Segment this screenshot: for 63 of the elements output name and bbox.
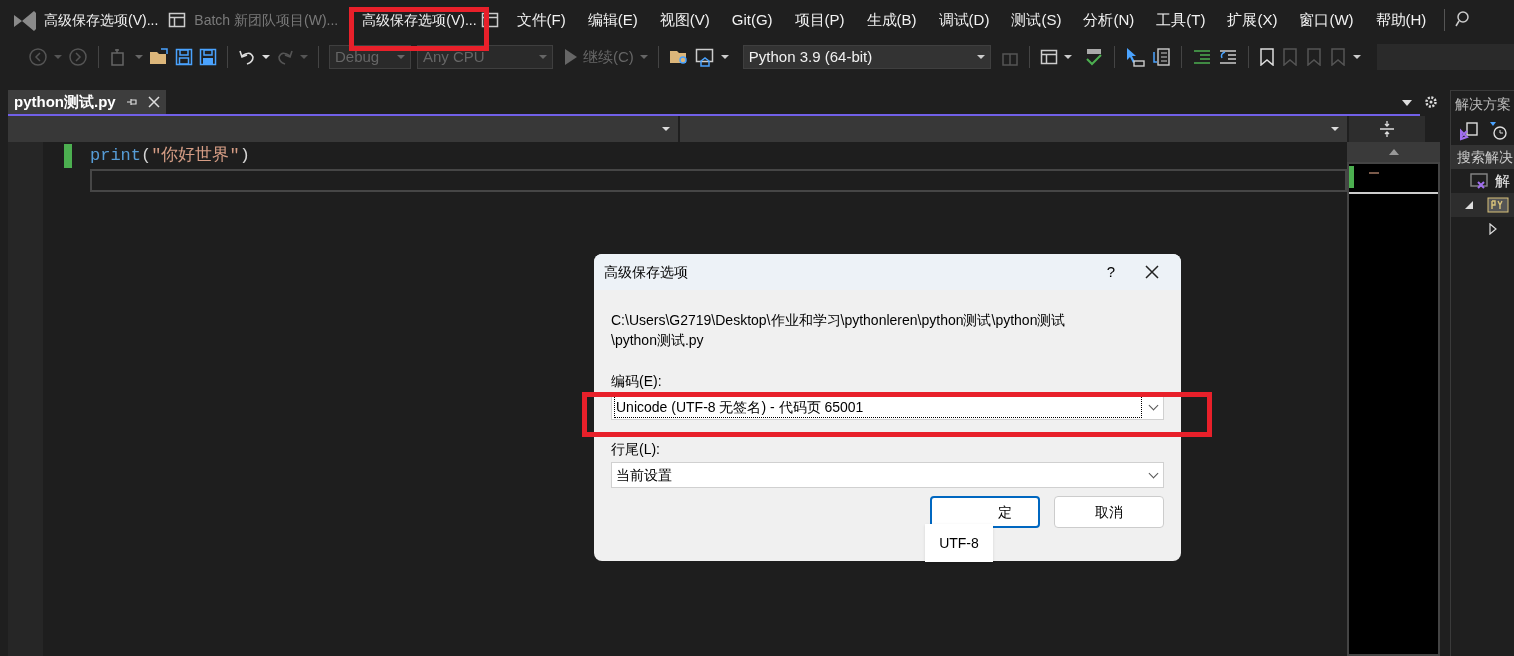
close-icon[interactable] bbox=[1145, 265, 1159, 279]
panel-title: 解决方案 bbox=[1454, 94, 1512, 114]
menu-item[interactable]: 调试(D) bbox=[938, 8, 990, 32]
solution-icon[interactable] bbox=[1459, 121, 1479, 141]
caret-icon[interactable] bbox=[1063, 54, 1072, 60]
settings-icon[interactable] bbox=[1424, 95, 1438, 109]
visual-studio-logo-icon[interactable] bbox=[12, 9, 38, 31]
menu-item[interactable]: 工具(T) bbox=[1156, 8, 1206, 32]
code-line: print("你好世界") bbox=[90, 145, 250, 168]
dialog-button[interactable]: 定 bbox=[930, 496, 1040, 528]
split-icon[interactable] bbox=[1379, 121, 1395, 137]
folder-search-icon[interactable] bbox=[668, 48, 689, 66]
editor-tab[interactable]: python测试.py bbox=[8, 90, 166, 114]
menu-item[interactable]: 扩展(X) bbox=[1227, 8, 1278, 32]
history-filter-icon[interactable] bbox=[1489, 121, 1509, 141]
menu-item[interactable]: 测试(S) bbox=[1011, 8, 1062, 32]
menu-item[interactable]: 窗口(W) bbox=[1299, 8, 1354, 32]
layout-icon[interactable] bbox=[1039, 48, 1058, 66]
environment-dropdown[interactable]: Python 3.9 (64-bit) bbox=[742, 45, 991, 69]
outdent-icon[interactable] bbox=[1217, 48, 1238, 66]
menu-item[interactable]: 视图(V) bbox=[659, 8, 710, 32]
pin-icon[interactable] bbox=[125, 96, 138, 108]
dialog-button[interactable]: 取消 bbox=[1054, 496, 1164, 528]
menu-item[interactable]: 文件(F) bbox=[516, 8, 566, 32]
dropdown-field[interactable]: 当前设置 bbox=[611, 462, 1164, 488]
bookmark-icon[interactable] bbox=[1258, 48, 1275, 66]
solution-icon[interactable] bbox=[1469, 172, 1489, 190]
menu-item[interactable]: 生成(B) bbox=[866, 8, 917, 32]
open-folder-icon[interactable] bbox=[149, 48, 169, 66]
menu-item[interactable]: 帮助(H) bbox=[1375, 8, 1427, 32]
save-all-icon[interactable] bbox=[199, 48, 217, 66]
tooltip: UTF-8 bbox=[925, 524, 993, 562]
menu-item[interactable]: 项目(P) bbox=[794, 8, 845, 32]
file-path: C:\Users\G2719\Desktop\作业和学习\pythonleren\python测试\python测试 \python测试.py bbox=[611, 311, 1067, 350]
tree-item[interactable] bbox=[1451, 193, 1514, 217]
field-label: 行尾(L): bbox=[611, 440, 660, 458]
undo-icon[interactable] bbox=[238, 48, 256, 66]
menu-item[interactable]: Git(G) bbox=[731, 8, 773, 32]
scroll-up-icon[interactable] bbox=[1388, 149, 1399, 155]
layout-icon[interactable] bbox=[480, 11, 499, 29]
layout-icon[interactable] bbox=[168, 11, 187, 29]
dialog-title: 高级保存选项 bbox=[604, 262, 689, 282]
indent-icon[interactable] bbox=[1191, 48, 1212, 66]
python-project-icon[interactable] bbox=[1487, 197, 1509, 213]
caret-icon[interactable] bbox=[720, 54, 729, 60]
title-bar-item[interactable]: 高级保存选项(V)... bbox=[362, 9, 477, 31]
title-bar-item[interactable]: 高级保存选项(V)... bbox=[44, 9, 159, 31]
spell-check-icon[interactable] bbox=[1083, 47, 1104, 67]
tree-item[interactable]: 解 bbox=[1495, 169, 1510, 193]
menu-item[interactable]: 编辑(E) bbox=[587, 8, 638, 32]
save-icon[interactable] bbox=[175, 48, 193, 66]
menu-item[interactable]: 分析(N) bbox=[1083, 8, 1135, 32]
expand-icon[interactable] bbox=[1489, 223, 1497, 235]
caret-icon[interactable] bbox=[1352, 54, 1361, 60]
search-field[interactable]: 搜索解决 bbox=[1451, 145, 1514, 169]
field-label: 编码(E): bbox=[611, 372, 662, 390]
pointer-icon[interactable] bbox=[1124, 47, 1145, 67]
dropdown-icon[interactable] bbox=[1402, 100, 1412, 106]
window-home-icon[interactable] bbox=[694, 47, 715, 67]
caret-icon[interactable] bbox=[262, 54, 270, 60]
document-list-icon[interactable] bbox=[1150, 47, 1171, 67]
help-button[interactable]: ? bbox=[1091, 260, 1131, 284]
search-icon[interactable] bbox=[1455, 11, 1470, 29]
